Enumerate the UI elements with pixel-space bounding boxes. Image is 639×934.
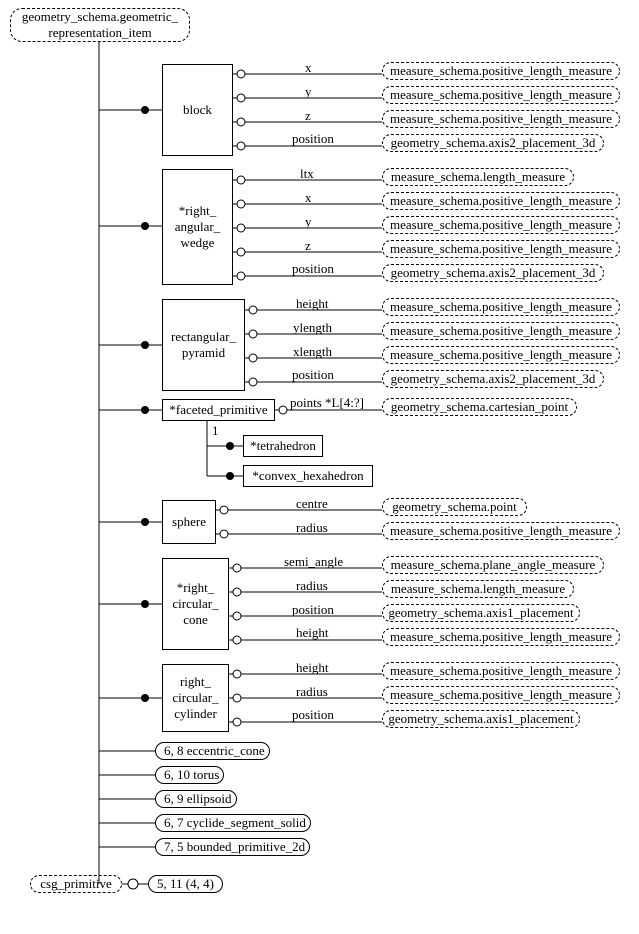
type-box: measure_schema.positive_length_measure [382,86,620,104]
attr-label: height [296,625,329,641]
ref-entity: 7, 5 bounded_primitive_2d [155,838,310,856]
attr-label: height [296,660,329,676]
type-box: measure_schema.length_measure [382,580,574,598]
attr-label: y [305,84,312,100]
attr-label: radius [296,520,328,536]
type-box: measure_schema.positive_length_measure [382,662,620,680]
attr-label: height [296,296,329,312]
type-box: geometry_schema.point [382,498,527,516]
attr-label: x [305,190,312,206]
type-box: measure_schema.positive_length_measure [382,298,620,316]
attr-label: ltx [300,166,314,182]
type-box: geometry_schema.axis2_placement_3d [382,264,604,282]
attr-label: ylength [293,320,332,336]
type-box: measure_schema.positive_length_measure [382,110,620,128]
type-box: measure_schema.positive_length_measure [382,322,620,340]
cylinder-entity: right_ circular_ cylinder [162,664,229,732]
csg-primitive: csg_primitive [30,875,122,893]
type-box: measure_schema.positive_length_measure [382,216,620,234]
cone-entity: *right_ circular_ cone [162,558,229,650]
attr-label: z [305,238,311,254]
type-box: geometry_schema.axis1_placement [382,710,580,728]
type-box: measure_schema.length_measure [382,168,574,186]
attr-label: centre [296,496,328,512]
attr-label: position [292,131,334,147]
tetrahedron-entity: *tetrahedron [243,435,323,457]
cardinality-label: 1 [212,423,219,439]
attr-label: position [292,602,334,618]
attr-label: position [292,367,334,383]
type-box: measure_schema.positive_length_measure [382,628,620,646]
type-box: measure_schema.positive_length_measure [382,686,620,704]
root-entity: geometry_schema.geometric_ representatio… [10,8,190,42]
type-box: geometry_schema.axis2_placement_3d [382,370,604,388]
ref-entity: 6, 8 eccentric_cone [155,742,270,760]
type-box: geometry_schema.axis1_placement [382,604,580,622]
attr-label: points *L[4:?] [290,395,364,411]
block-entity: block [162,64,233,156]
faceted-entity: *faceted_primitive [162,399,275,421]
attr-label: z [305,108,311,124]
sphere-entity: sphere [162,500,216,544]
attr-label: position [292,707,334,723]
attr-label: radius [296,684,328,700]
hexahedron-entity: *convex_hexahedron [243,465,373,487]
ref-entity: 6, 10 torus [155,766,224,784]
type-box: geometry_schema.cartesian_point [382,398,577,416]
type-box: geometry_schema.axis2_placement_3d [382,134,604,152]
type-box: measure_schema.positive_length_measure [382,62,620,80]
type-box: measure_schema.positive_length_measure [382,240,620,258]
csg-ref: 5, 11 (4, 4) [148,875,223,893]
type-box: measure_schema.plane_angle_measure [382,556,604,574]
wedge-entity: *right_ angular_ wedge [162,169,233,285]
attr-label: position [292,261,334,277]
attr-label: radius [296,578,328,594]
attr-label: x [305,60,312,76]
attr-label: xlength [293,344,332,360]
type-box: measure_schema.positive_length_measure [382,192,620,210]
attr-label: y [305,214,312,230]
pyramid-entity: rectangular_ pyramid [162,299,245,391]
ref-entity: 6, 7 cyclide_segment_solid [155,814,311,832]
type-box: measure_schema.positive_length_measure [382,346,620,364]
ref-entity: 6, 9 ellipsoid [155,790,237,808]
attr-label: semi_angle [284,554,343,570]
type-box: measure_schema.positive_length_measure [382,522,620,540]
